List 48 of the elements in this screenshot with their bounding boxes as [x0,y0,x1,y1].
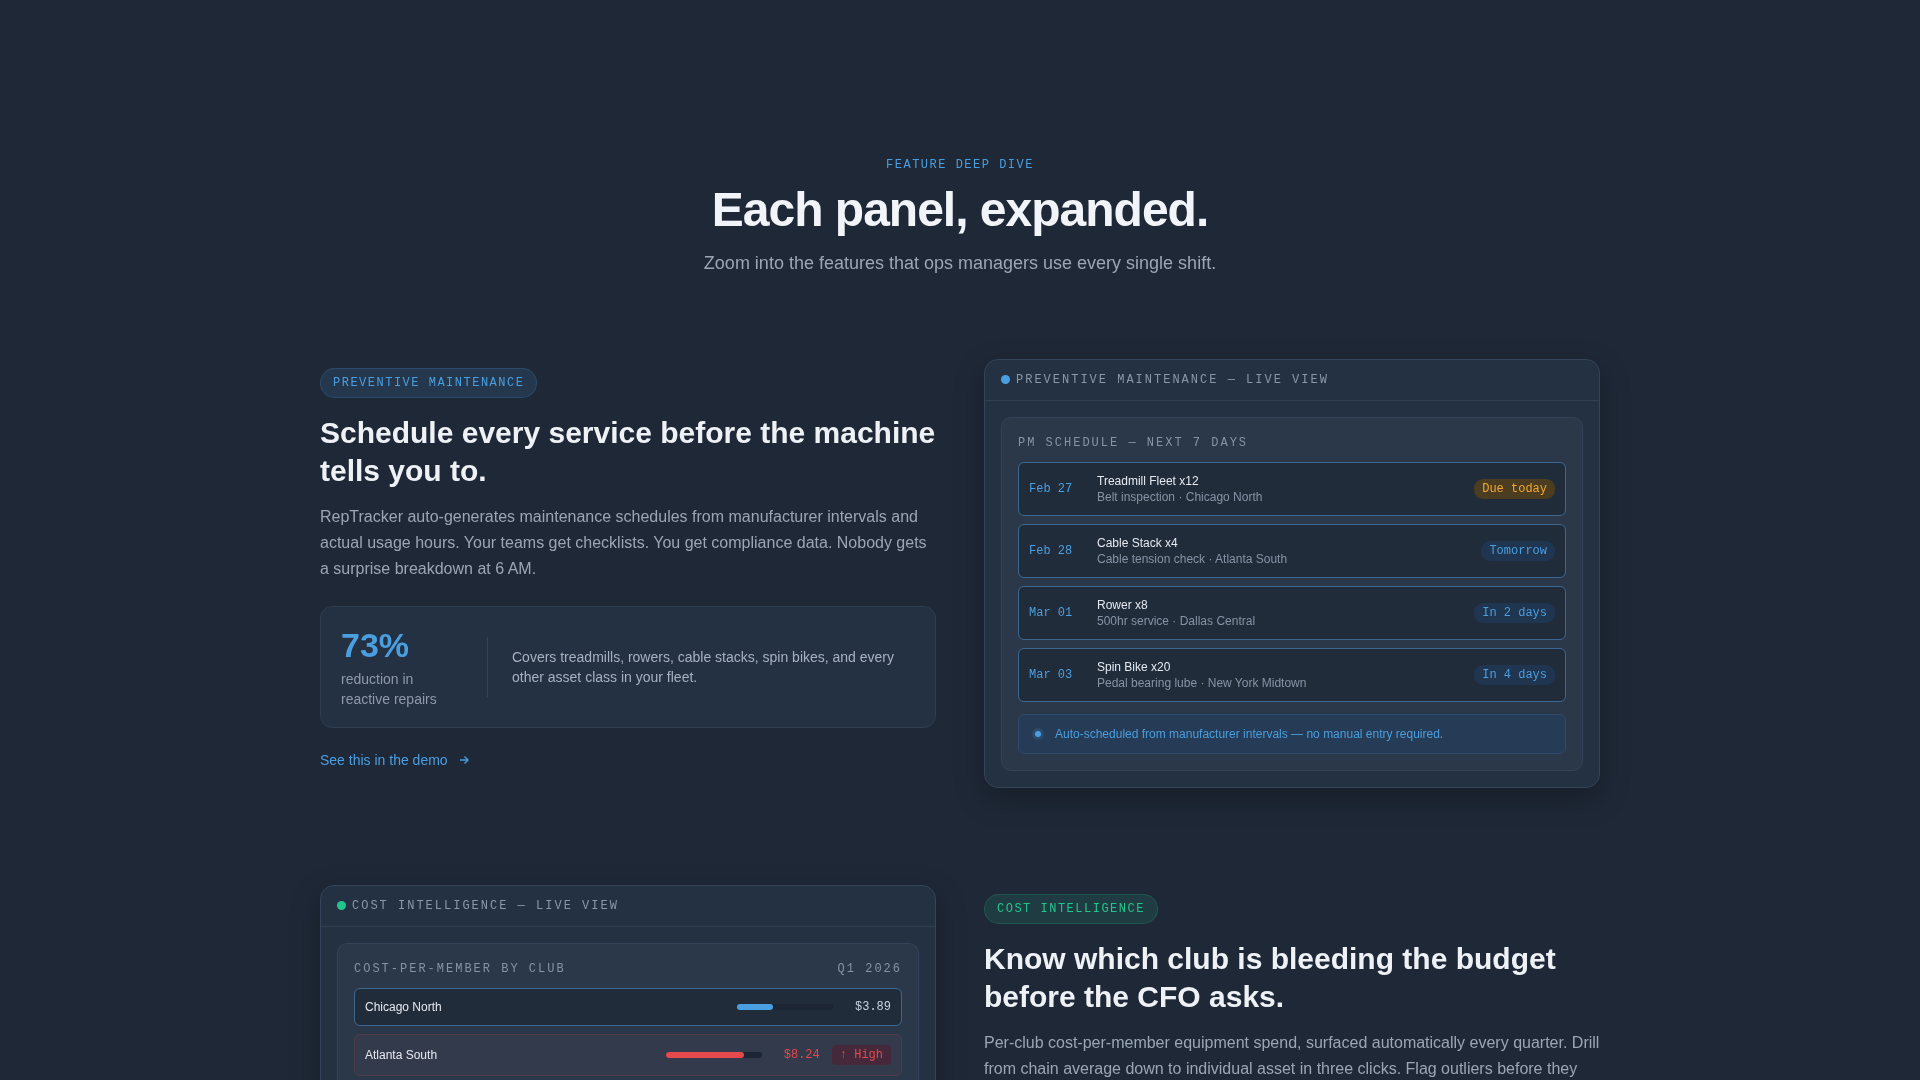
card-title: PM SCHEDULE — NEXT 7 DAYS [1018,435,1249,450]
feature-heading: Know which club is bleeding the budget before the CFO asks. [984,940,1557,1015]
page-subtitle: Zoom into the features that ops managers use every single shift. [703,252,1217,274]
schedule-row[interactable]: Mar 03 Spin Bike x20 Pedal bearing lube · New York Midtown In 4 days [1018,647,1566,702]
info-dot-icon [1031,726,1045,741]
period-label: Q1 2026 [837,961,902,976]
panel-title: PREVENTIVE MAINTENANCE — LIVE VIEW [1016,372,1329,387]
high-flag: ↑ High [831,1044,891,1065]
due-badge: In 4 days [1474,664,1555,685]
feature-description: Per-club cost-per-member equipment spend, surfaced automatically every quarter. Drill from chain average down to individual asset in three clicks. Flag outliers before they [984,1032,1600,1079]
feature-heading: Schedule every service before the machine tells you to. [320,414,936,489]
panel-title: COST INTELLIGENCE — LIVE VIEW [352,898,619,913]
schedule-date: Feb 28 [1029,543,1074,558]
schedule-row[interactable]: Feb 27 Treadmill Fleet x12 Belt inspection · Chicago North Due today [1018,461,1566,516]
asset-name: Treadmill Fleet x12 [1097,472,1200,489]
schedule-date: Feb 27 [1029,481,1074,496]
feature-description: RepTracker auto-generates maintenance schedules from manufacturer intervals and actual usage hours. Your teams get checklists. You get compliance data. Nobody gets a surprise breakdown at 6 AM. [320,506,928,579]
asset-name: Cable Stack x4 [1097,534,1179,551]
due-badge: Tomorrow [1481,540,1555,561]
card-title: COST-PER-MEMBER BY CLUB [354,961,566,976]
schedule-date: Mar 01 [1029,605,1074,620]
eyebrow-label: FEATURE DEEP DIVE [886,158,1034,172]
schedule-row[interactable]: Mar 01 Rower x8 500hr service · Dallas Central In 2 days [1018,585,1566,640]
feature-tag: PREVENTIVE MAINTENANCE [320,367,538,398]
note-text: Auto-scheduled from manufacturer intervals — no manual entry required. [1055,726,1444,741]
cost-value: $8.24 [783,1047,820,1062]
task-detail: Belt inspection · Chicago North [1097,488,1264,505]
task-detail: 500hr service · Dallas Central [1097,612,1257,629]
club-name: Atlanta South [365,1047,439,1062]
schedule-date: Mar 03 [1029,667,1074,682]
club-row[interactable]: Atlanta South $8.24 ↑ High [354,1033,902,1076]
due-badge: In 2 days [1474,602,1555,623]
task-detail: Pedal bearing lube · New York Midtown [1097,674,1308,691]
asset-name: Rower x8 [1097,596,1149,613]
feature-tag: COST INTELLIGENCE [984,893,1158,924]
stat-note: Covers treadmills, rowers, cable stacks, spin bikes, and every other asset class in your fleet. [512,647,896,687]
schedule-row[interactable]: Feb 28 Cable Stack x4 Cable tension check · Atlanta South Tomorrow [1018,523,1566,578]
demo-link[interactable]: See this in the demo [320,751,470,768]
page-title: Each panel, expanded. [711,184,1209,237]
task-detail: Cable tension check · Atlanta South [1097,550,1289,567]
arrow-icon [457,753,470,766]
stat-value: 73% [341,624,411,665]
cost-value: $3.89 [855,999,891,1014]
asset-name: Spin Bike x20 [1097,658,1172,675]
club-name: Chicago North [365,999,443,1014]
club-row[interactable]: Chicago North $3.89 [354,987,902,1026]
due-badge: Due today [1474,478,1555,499]
stat-label: reduction in reactive repairs [341,669,438,709]
